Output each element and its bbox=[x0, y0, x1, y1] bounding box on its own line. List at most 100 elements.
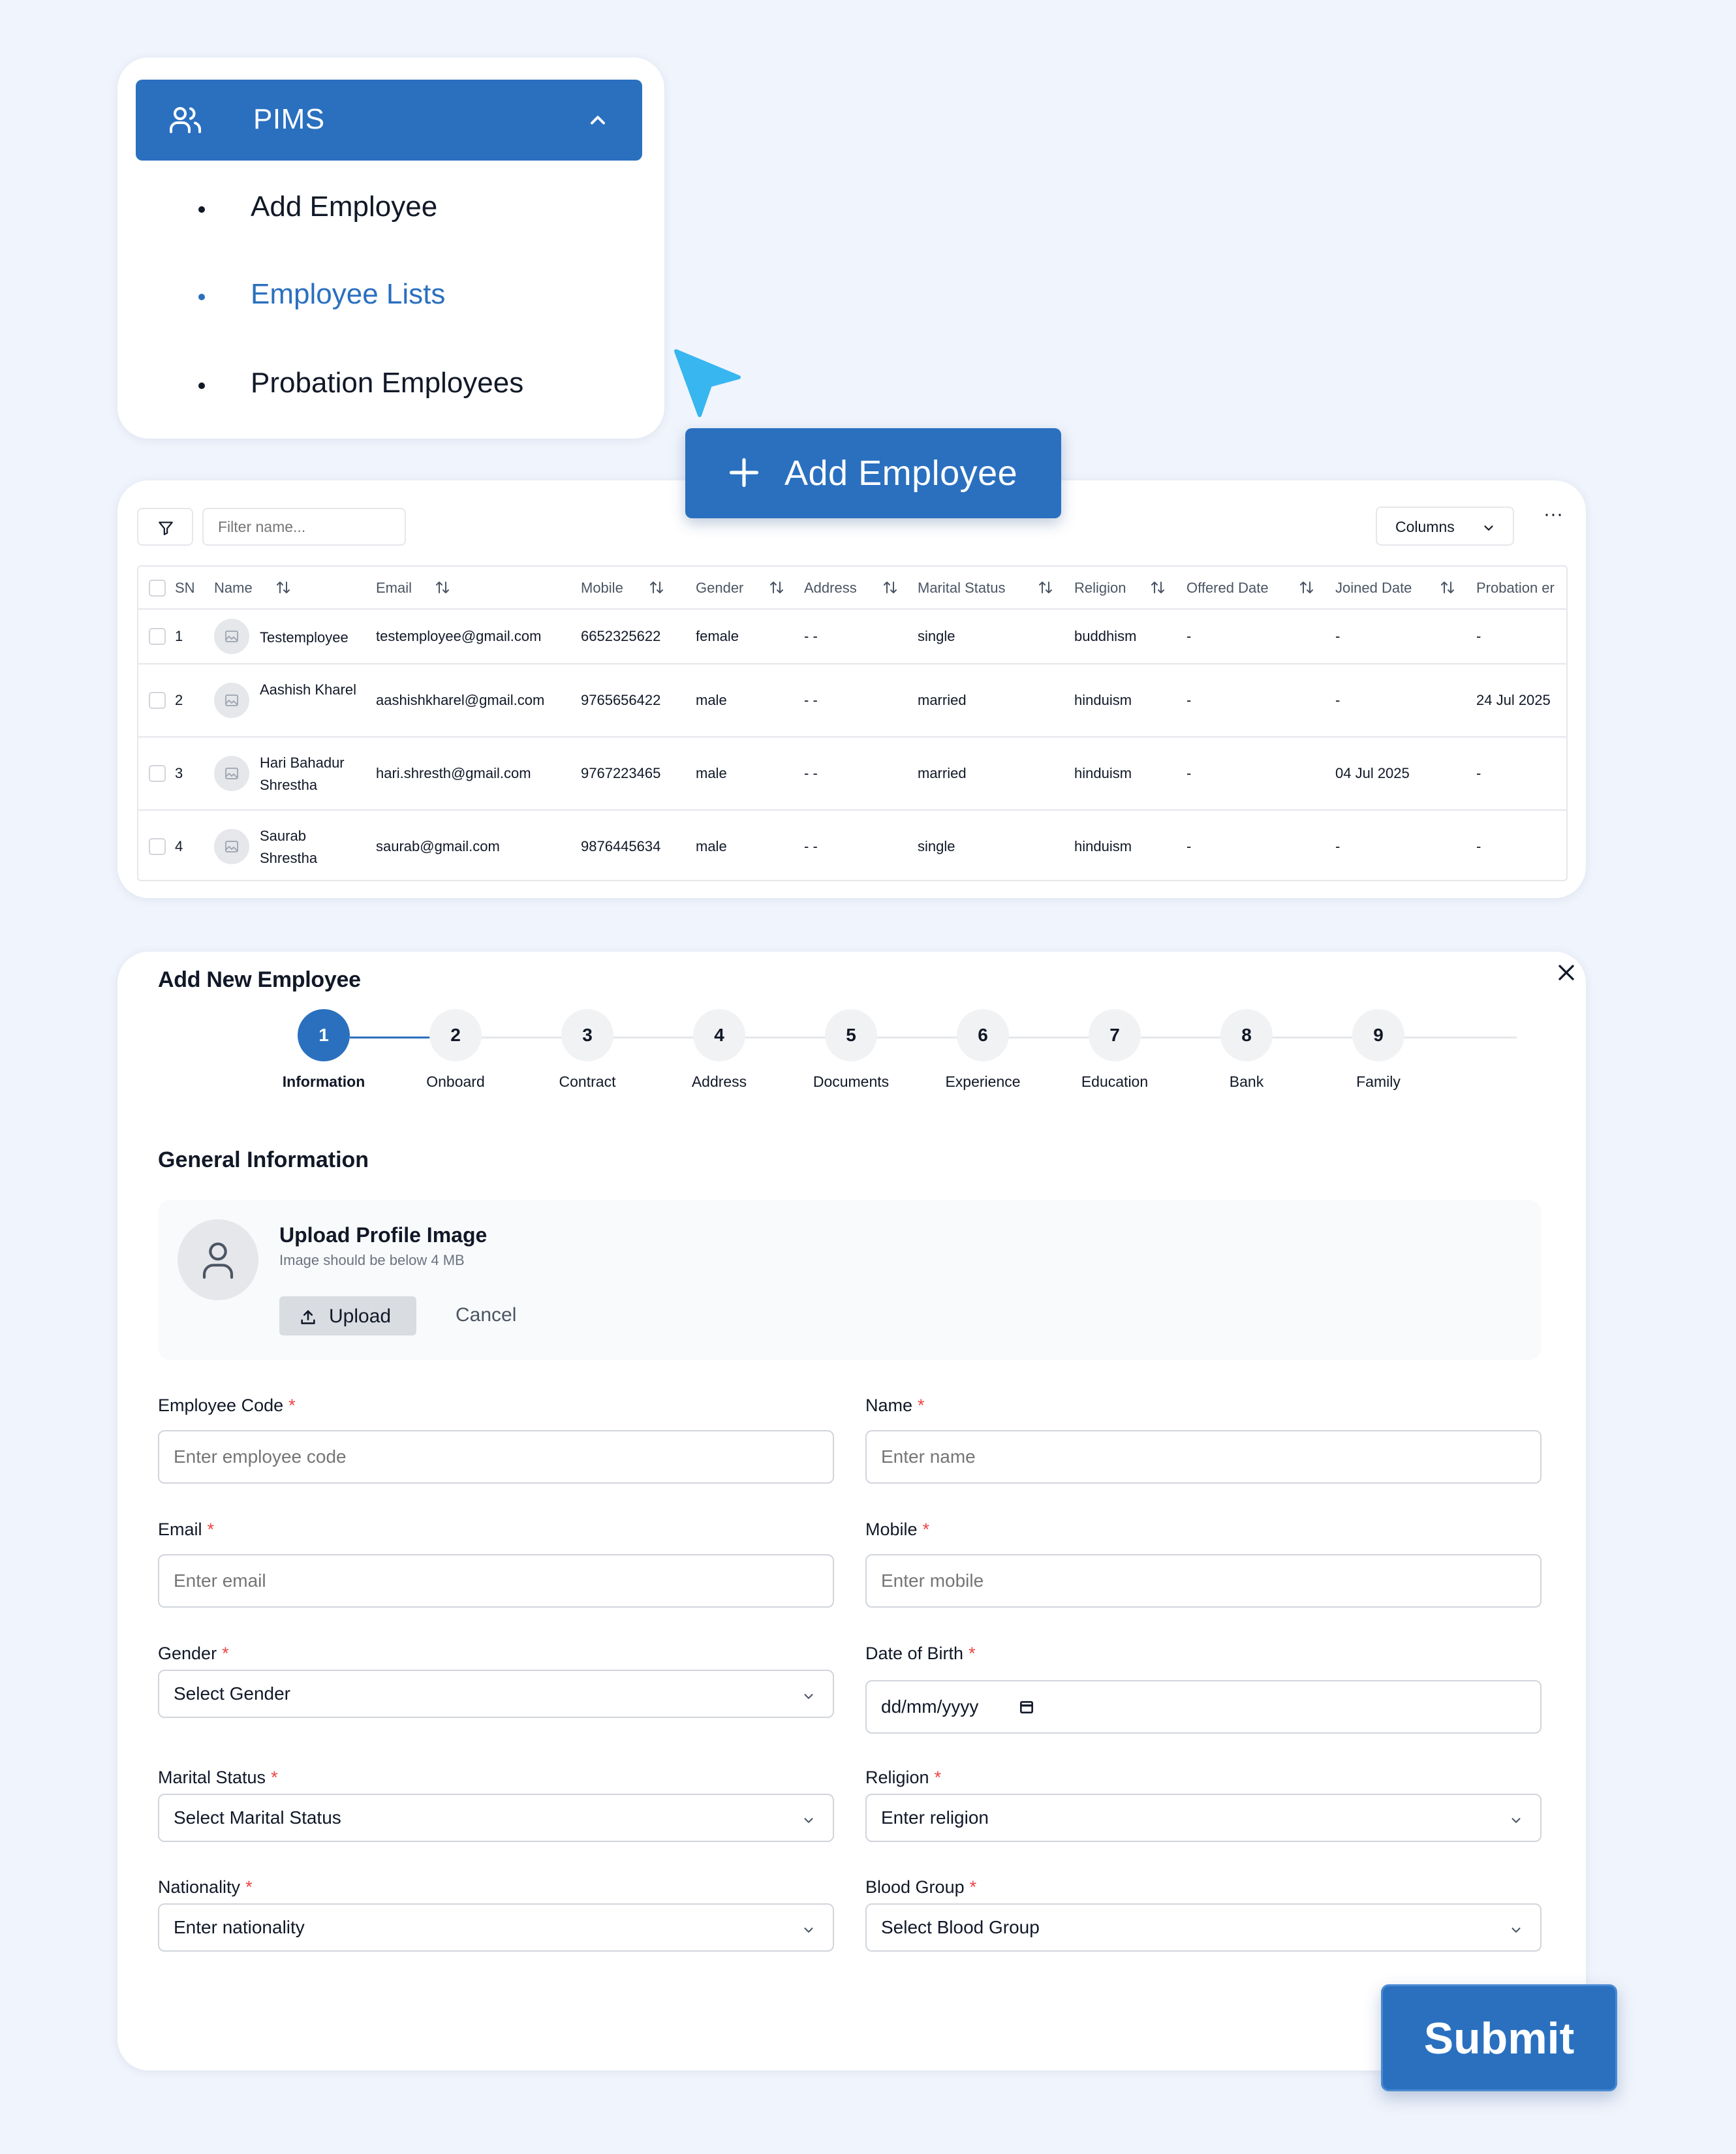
cell-probation: - bbox=[1476, 765, 1481, 781]
sort-icon[interactable] bbox=[275, 580, 291, 595]
date-of-birth-label: Date of Birth * bbox=[865, 1644, 976, 1663]
step-6-experience[interactable]: 6 bbox=[957, 1009, 1009, 1061]
table-header: SN Name Email Mobile Gender Address Mari… bbox=[138, 567, 1566, 610]
image-placeholder-icon bbox=[225, 841, 238, 852]
marital-status-select[interactable]: Select Marital Status bbox=[158, 1794, 834, 1842]
menu-item-add-employee[interactable]: Add Employee bbox=[117, 183, 664, 235]
employee-code-label: Employee Code * bbox=[158, 1396, 296, 1415]
row-checkbox[interactable] bbox=[149, 628, 166, 645]
row-checkbox[interactable] bbox=[149, 838, 166, 855]
row-checkbox[interactable] bbox=[149, 692, 166, 709]
step-4-address[interactable]: 4 bbox=[693, 1009, 745, 1061]
step-label: Experience bbox=[945, 1073, 1021, 1090]
nationality-select[interactable]: Enter nationality bbox=[158, 1903, 834, 1952]
cancel-button[interactable]: Cancel bbox=[456, 1304, 516, 1326]
sort-icon[interactable] bbox=[435, 580, 450, 595]
sort-icon[interactable] bbox=[882, 580, 898, 595]
sort-icon[interactable] bbox=[1440, 580, 1455, 595]
cell-offered-date: - bbox=[1186, 838, 1192, 854]
avatar bbox=[214, 756, 249, 791]
mobile-input[interactable] bbox=[865, 1554, 1542, 1608]
cell-mobile: 9765656422 bbox=[581, 692, 661, 708]
email-input[interactable] bbox=[158, 1554, 834, 1608]
cell-email: hari.shresth@gmail.com bbox=[376, 765, 531, 781]
column-header-marital-status[interactable]: Marital Status bbox=[918, 580, 1006, 597]
cell-email: testemployee@gmail.com bbox=[376, 628, 542, 644]
sort-icon[interactable] bbox=[649, 580, 664, 595]
column-header-probation[interactable]: Probation er bbox=[1476, 580, 1555, 597]
form-title: Add New Employee bbox=[158, 967, 361, 992]
filter-icon bbox=[159, 522, 173, 535]
sort-icon[interactable] bbox=[1299, 580, 1314, 595]
cell-name: Hari Bahadur Shrestha bbox=[260, 755, 345, 793]
step-5-documents[interactable]: 5 bbox=[825, 1009, 877, 1061]
sort-icon[interactable] bbox=[769, 580, 784, 595]
step-7-education[interactable]: 7 bbox=[1089, 1009, 1141, 1061]
cell-probation: 24 Jul 2025 bbox=[1476, 692, 1551, 708]
column-header-gender[interactable]: Gender bbox=[696, 580, 743, 597]
avatar bbox=[214, 683, 249, 718]
sort-icon[interactable] bbox=[1150, 580, 1166, 595]
column-header-offered-date[interactable]: Offered Date bbox=[1186, 580, 1269, 597]
table-row[interactable]: 1 Testemployee testemployee@gmail.com 66… bbox=[138, 610, 1566, 664]
columns-label: Columns bbox=[1395, 518, 1455, 535]
filter-button[interactable] bbox=[137, 508, 193, 546]
sort-icon[interactable] bbox=[1038, 580, 1053, 595]
step-label: Information bbox=[282, 1073, 365, 1090]
step-2-onboard[interactable]: 2 bbox=[429, 1009, 482, 1061]
cell-religion: hinduism bbox=[1074, 765, 1132, 781]
menu-item-probation-employees[interactable]: Probation Employees bbox=[117, 359, 664, 411]
submit-button[interactable]: Submit bbox=[1381, 1984, 1617, 2091]
filter-name-input[interactable] bbox=[202, 508, 406, 546]
column-header-address[interactable]: Address bbox=[804, 580, 857, 597]
cell-email: aashishkharel@gmail.com bbox=[376, 692, 545, 708]
cell-joined-date: - bbox=[1335, 628, 1341, 644]
column-header-joined-date[interactable]: Joined Date bbox=[1335, 580, 1412, 597]
blood-group-select[interactable]: Select Blood Group bbox=[865, 1903, 1542, 1952]
columns-button[interactable]: Columns bbox=[1376, 507, 1514, 546]
cursor-pointer-icon bbox=[674, 349, 741, 417]
employee-code-input[interactable] bbox=[158, 1430, 834, 1484]
table-row[interactable]: 3 Hari Bahadur Shrestha hari.shresth@gma… bbox=[138, 738, 1566, 811]
step-9-family[interactable]: 9 bbox=[1352, 1009, 1404, 1061]
column-header-religion[interactable]: Religion bbox=[1074, 580, 1126, 597]
row-checkbox[interactable] bbox=[149, 765, 166, 782]
menu-item-employee-lists[interactable]: Employee Lists bbox=[117, 270, 664, 322]
menu-item-label: Employee Lists bbox=[251, 278, 446, 310]
cell-offered-date: - bbox=[1186, 692, 1192, 708]
name-input[interactable] bbox=[865, 1430, 1542, 1484]
table-row[interactable]: 4 Saurab Shrestha saurab@gmail.com 98764… bbox=[138, 811, 1566, 880]
profile-avatar-placeholder bbox=[178, 1219, 258, 1300]
more-options-button[interactable]: ··· bbox=[1540, 505, 1566, 533]
cell-name: Saurab Shrestha bbox=[260, 828, 318, 866]
cell-joined-date: 04 Jul 2025 bbox=[1335, 765, 1410, 781]
select-all-checkbox[interactable] bbox=[149, 580, 166, 597]
religion-select[interactable]: Enter religion bbox=[865, 1794, 1542, 1842]
step-8-bank[interactable]: 8 bbox=[1220, 1009, 1273, 1061]
bullet bbox=[198, 206, 205, 213]
cell-address: - - bbox=[804, 765, 818, 781]
column-header-name[interactable]: Name bbox=[214, 580, 253, 597]
nationality-label: Nationality * bbox=[158, 1877, 253, 1897]
step-3-contract[interactable]: 3 bbox=[561, 1009, 613, 1061]
cell-mobile: 9767223465 bbox=[581, 765, 661, 781]
upload-button[interactable]: Upload bbox=[279, 1296, 416, 1335]
column-header-mobile[interactable]: Mobile bbox=[581, 580, 623, 597]
nationality-select-value: Enter nationality bbox=[174, 1917, 305, 1937]
marital-status-select-value: Select Marital Status bbox=[174, 1807, 341, 1828]
chevron-up-icon[interactable] bbox=[586, 108, 610, 132]
pims-menu-header[interactable]: PIMS bbox=[136, 80, 642, 161]
upload-icon bbox=[301, 1310, 315, 1324]
step-label: Education bbox=[1081, 1073, 1149, 1090]
calendar-icon[interactable] bbox=[1018, 1698, 1035, 1715]
close-icon[interactable] bbox=[1553, 960, 1579, 986]
employee-table-card: Columns ··· SN Name Email Mobile Gender … bbox=[117, 480, 1586, 898]
column-header-email[interactable]: Email bbox=[376, 580, 412, 597]
add-employee-button[interactable]: Add Employee bbox=[685, 428, 1061, 518]
pims-title: PIMS bbox=[253, 103, 325, 135]
gender-select[interactable]: Select Gender bbox=[158, 1670, 834, 1718]
table-row[interactable]: 2 Aashish Kharel aashishkharel@gmail.com… bbox=[138, 664, 1566, 738]
chevron-down-icon bbox=[804, 1694, 813, 1699]
step-1-information[interactable]: 1 bbox=[298, 1009, 350, 1061]
date-of-birth-input[interactable]: dd/mm/yyyy bbox=[865, 1680, 1542, 1734]
